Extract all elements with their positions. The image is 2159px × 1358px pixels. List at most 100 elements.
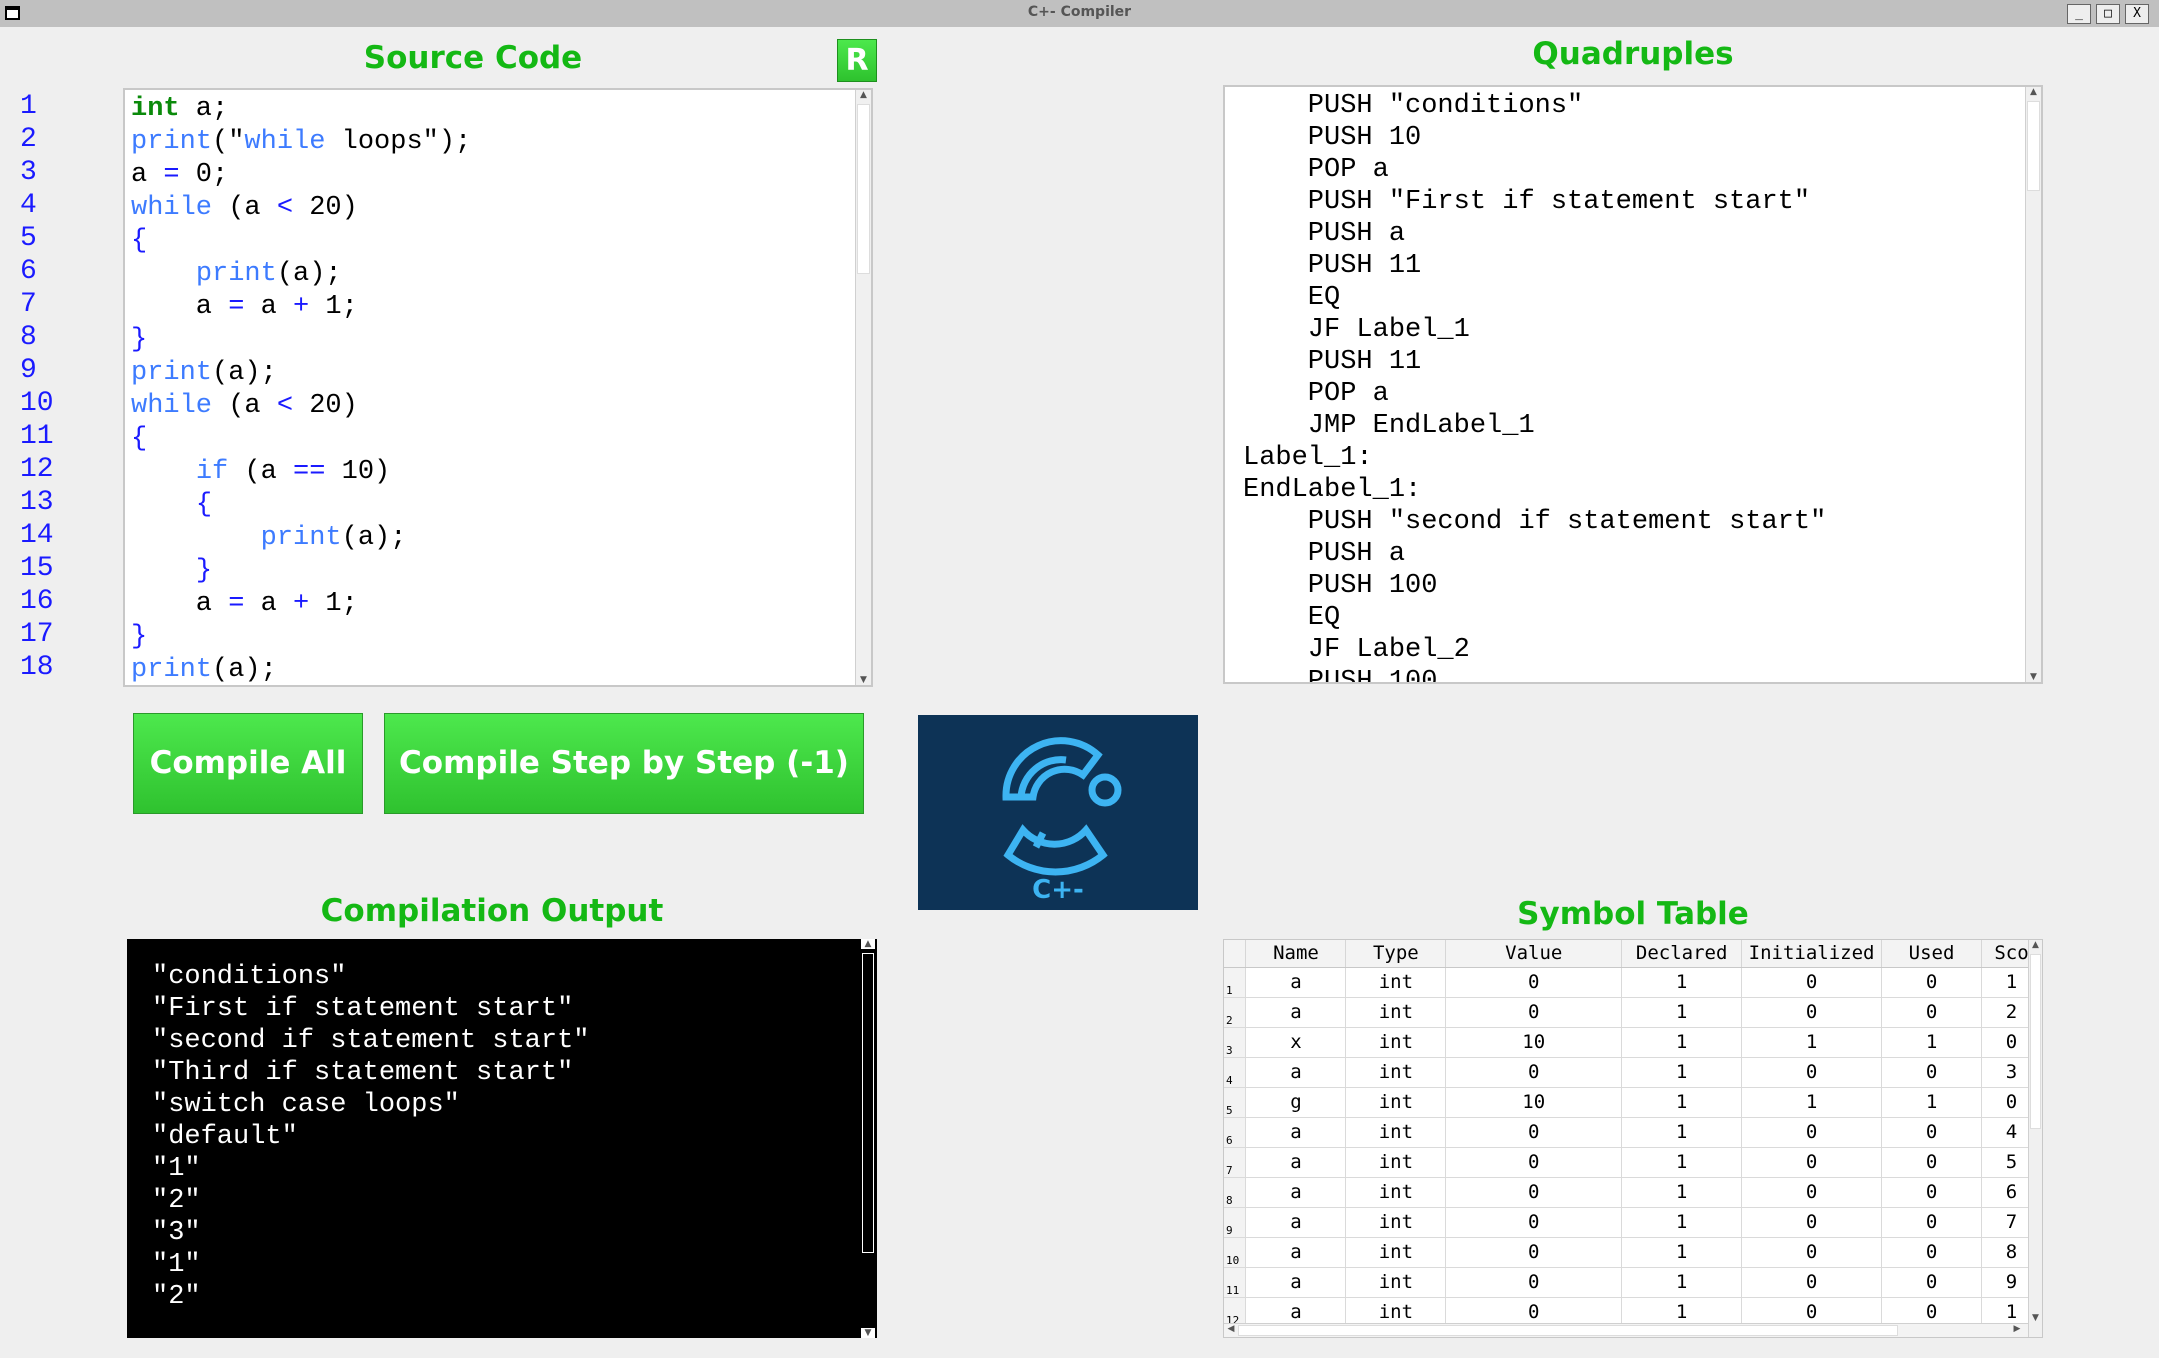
table-cell: a [1245,997,1347,1028]
table-row[interactable]: 11 a int 0 1 0 0 9 [1224,1267,2042,1298]
maximize-button[interactable]: □ [2096,4,2120,24]
column-header-name[interactable]: Name [1245,940,1347,968]
code-token: = [163,160,180,190]
scroll-down-icon[interactable]: ▼ [2029,1313,2042,1323]
scroll-up-icon[interactable]: ▲ [856,90,871,100]
code-token: while [131,193,213,223]
compilation-output-console[interactable]: "conditions" "First if statement start" "s… [127,939,877,1338]
scroll-up-icon[interactable]: ▲ [2029,940,2042,950]
code-token: print [131,358,213,388]
table-cell: int [1345,1147,1447,1178]
code-line: print(a); [131,654,471,685]
line-number: 16 [20,586,54,617]
code-token: a; [179,94,229,124]
table-row[interactable]: 4 a int 0 1 0 0 3 [1224,1057,2042,1088]
table-cell: 1 [1621,1177,1743,1208]
column-header-declared[interactable]: Declared [1621,940,1743,968]
table-hscrollbar[interactable]: ◀ ▶ [1224,1323,2028,1337]
code-token: a [131,292,229,322]
scroll-up-icon[interactable]: ▲ [2026,87,2041,97]
output-line: "second if statement start" [152,1026,590,1056]
code-token: == [293,457,326,487]
table-row[interactable]: 1 a int 0 1 0 0 1 [1224,967,2042,998]
source-scrollbar[interactable]: ▲ ▼ [855,90,871,685]
table-row[interactable]: 8 a int 0 1 0 0 6 [1224,1177,2042,1208]
table-row[interactable]: 7 a int 0 1 0 0 5 [1224,1147,2042,1178]
scroll-thumb[interactable] [2030,954,2041,1129]
scroll-thumb[interactable] [857,104,870,274]
scroll-thumb[interactable] [862,953,874,1253]
table-cell: 0 [1445,1057,1623,1088]
output-line: "First if statement start" [152,994,574,1024]
compile-step-button[interactable]: Compile Step by Step (-1) [384,713,864,814]
code-token: 10) [325,457,391,487]
line-number: 13 [20,487,54,518]
code-token: + [293,292,310,322]
code-line: a = 0; [131,159,471,192]
code-line: { [131,489,471,522]
column-header-type[interactable]: Type [1345,940,1447,968]
minimize-button[interactable]: _ [2067,4,2091,24]
scroll-thumb[interactable] [1238,1325,1898,1336]
symbol-table[interactable]: Name Type Value Declared Initialized Used Sco … [1223,939,2043,1338]
table-cell: int [1345,1207,1447,1238]
code-token: + [293,589,310,619]
quadruples-scrollbar[interactable]: ▲ ▼ [2025,87,2041,682]
compile-all-button[interactable]: Compile All [133,713,363,814]
table-row[interactable]: 9 a int 0 1 0 0 7 [1224,1207,2042,1238]
code-token: while [244,127,326,157]
output-text: "conditions" "First if statement start" "s… [152,961,589,1313]
code-token: < [276,391,294,421]
scroll-right-icon[interactable]: ▶ [2012,1324,2022,1334]
output-scrollbar[interactable]: ▲ ▼ [861,939,875,1338]
column-header-used[interactable]: Used [1881,940,1982,968]
quadruple-line: Label_1: [1243,443,1373,473]
table-cell: int [1345,1177,1447,1208]
table-cell: 0 [1881,997,1982,1028]
code-token: a [244,292,294,322]
title-bar: C+- Compiler _ □ X [0,0,2159,27]
corner-header [1224,940,1247,968]
table-row[interactable]: 2 a int 0 1 0 0 2 [1224,997,2042,1028]
code-line: { [131,423,471,456]
code-token: = [228,589,245,619]
table-cell: int [1345,1117,1447,1148]
table-cell: a [1245,1117,1347,1148]
code-token: } [131,622,148,652]
code-token: } [131,325,148,355]
table-row[interactable]: 6 a int 0 1 0 0 4 [1224,1117,2042,1148]
scroll-up-icon[interactable]: ▲ [861,939,875,949]
table-row[interactable]: 3 x int 10 1 1 1 0 [1224,1027,2042,1058]
scroll-down-icon[interactable]: ▼ [2026,672,2041,682]
table-cell: 1 [1621,1117,1743,1148]
scroll-down-icon[interactable]: ▼ [861,1328,875,1338]
source-code-editor[interactable]: int a; print("while loops"); a = 0; while (… [123,88,873,687]
reset-button[interactable]: R [837,39,877,82]
scroll-down-icon[interactable]: ▼ [856,675,871,685]
code-line: print(a); [131,357,471,390]
quadruples-panel[interactable]: PUSH "conditions" PUSH 10 POP a PUSH "Fi… [1223,85,2043,684]
table-vscrollbar[interactable]: ▲ ▼ [2028,940,2042,1337]
source-code-text[interactable]: int a; print("while loops"); a = 0; while (… [131,93,471,685]
scroll-thumb[interactable] [2027,101,2040,191]
table-cell: 0 [1741,1177,1883,1208]
table-row[interactable]: 5 g int 10 1 1 1 0 [1224,1087,2042,1118]
table-cell: 0 [1741,967,1883,998]
table-cell: 0 [1881,1177,1982,1208]
table-cell: int [1345,1087,1447,1118]
table-row[interactable]: 10 a int 0 1 0 0 8 [1224,1237,2042,1268]
quadruple-line: PUSH 10 [1243,123,1422,153]
code-line: while (a < 20) [131,192,471,225]
table-cell: 0 [1741,1117,1883,1148]
output-line: "2" [152,1186,201,1216]
row-number: 9 [1224,1207,1247,1238]
column-header-initialized[interactable]: Initialized [1741,940,1883,968]
column-header-value[interactable]: Value [1445,940,1623,968]
window-title: C+- Compiler [1027,4,1132,20]
scroll-left-icon[interactable]: ◀ [1226,1324,1236,1334]
output-line: "default" [152,1122,298,1152]
close-button[interactable]: X [2125,4,2149,24]
quadruple-line: JF Label_2 [1243,635,1470,665]
